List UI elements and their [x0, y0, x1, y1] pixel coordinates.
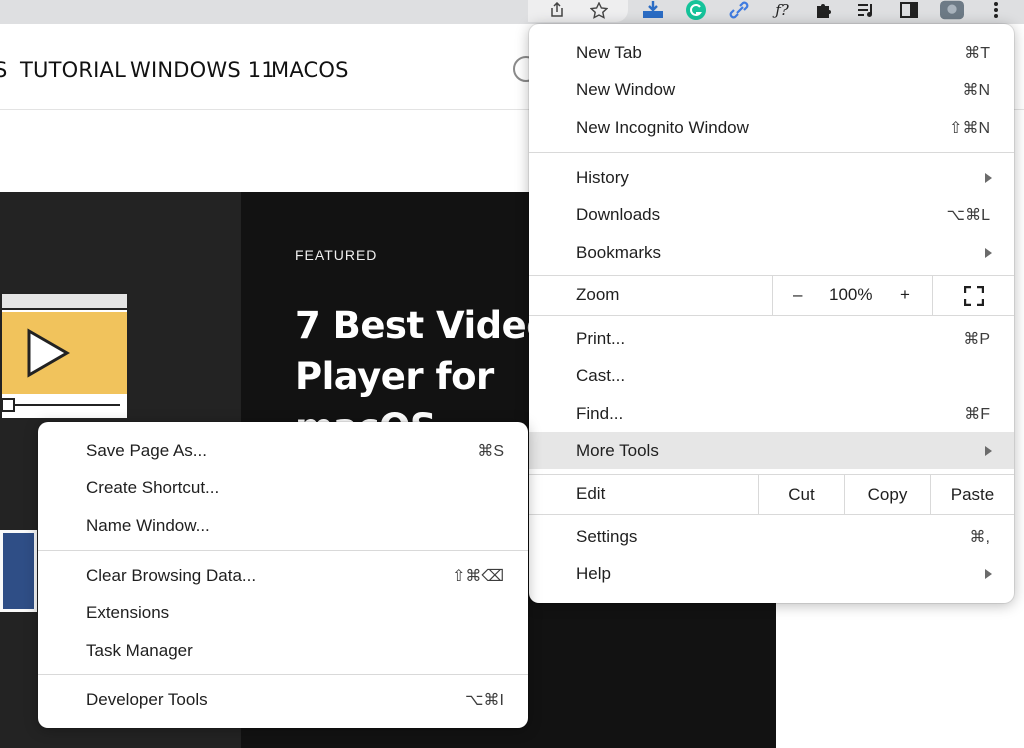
omnibox-end[interactable] — [528, 0, 628, 22]
menu-label: History — [576, 167, 629, 187]
menu-label: Name Window... — [86, 515, 210, 535]
menu-item-name-window[interactable]: Name Window... — [38, 507, 528, 544]
profile-avatar[interactable] — [940, 0, 964, 20]
play-icon — [27, 328, 70, 378]
menu-item-history[interactable]: History — [529, 159, 1014, 196]
menu-label: Extensions — [86, 602, 170, 622]
menu-item-find[interactable]: Find... ⌘F — [529, 395, 1014, 432]
grammarly-icon[interactable] — [684, 0, 708, 20]
menu-separator — [38, 674, 528, 675]
submenu-arrow-icon — [985, 172, 992, 183]
more-tools-submenu: Save Page As... ⌘S Create Shortcut... Na… — [38, 422, 528, 728]
menu-label: Find... — [576, 403, 624, 423]
share-icon[interactable] — [545, 0, 569, 20]
menu-label: Developer Tools — [86, 689, 208, 709]
menu-label: Downloads — [576, 204, 661, 224]
video-player-illustration — [0, 292, 129, 420]
menu-label: Cast... — [576, 365, 626, 385]
menu-separator — [529, 152, 1014, 153]
menu-label: Print... — [576, 328, 626, 348]
shortcut-text: ⇧⌘⌫ — [451, 567, 504, 585]
edit-row: Edit Cut Copy Paste — [529, 475, 1014, 514]
menu-item-developer-tools[interactable]: Developer Tools ⌥⌘I — [38, 681, 528, 718]
menu-item-new-tab[interactable]: New Tab ⌘T — [529, 34, 1014, 71]
menu-label: Help — [576, 563, 611, 583]
zoom-row: Zoom – 100% + — [529, 276, 1014, 315]
shortcut-text: ⌘N — [962, 81, 990, 99]
menu-item-downloads[interactable]: Downloads ⌥⌘L — [529, 196, 1014, 233]
download-extension-icon[interactable] — [641, 0, 665, 20]
menu-item-save-page-as[interactable]: Save Page As... ⌘S — [38, 432, 528, 469]
zoom-in-button[interactable]: + — [900, 285, 910, 305]
zoom-label: Zoom — [576, 285, 620, 304]
film-strip-illustration — [0, 530, 37, 612]
menu-label: New Window — [576, 79, 676, 99]
link-icon[interactable] — [727, 0, 751, 20]
menu-separator — [529, 315, 1014, 316]
shortcut-text: ⌘F — [964, 405, 990, 423]
menu-label: Bookmarks — [576, 242, 662, 262]
menu-item-print[interactable]: Print... ⌘P — [529, 320, 1014, 357]
shortcut-text: ⌥⌘L — [946, 206, 990, 224]
fullscreen-icon — [963, 285, 984, 306]
zoom-level: 100% — [829, 285, 873, 304]
function-icon[interactable]: ƒ? — [770, 0, 794, 20]
copy-button[interactable]: Copy — [844, 475, 930, 514]
nav-item-partial[interactable]: S — [0, 58, 8, 82]
chrome-main-menu: New Tab ⌘T New Window ⌘N New Incognito W… — [529, 24, 1014, 603]
paste-button[interactable]: Paste — [930, 475, 1014, 514]
cut-button[interactable]: Cut — [758, 475, 844, 514]
shortcut-text: ⇧⌘N — [949, 119, 990, 137]
menu-item-new-window[interactable]: New Window ⌘N — [529, 71, 1014, 108]
shortcut-text: ⌘, — [969, 528, 990, 546]
menu-label: New Tab — [576, 42, 642, 62]
star-icon[interactable] — [587, 0, 611, 20]
menu-item-new-incognito-window[interactable]: New Incognito Window ⇧⌘N — [529, 109, 1014, 146]
menu-label: Task Manager — [86, 640, 193, 660]
shortcut-text: ⌘T — [964, 44, 990, 62]
menu-label: Create Shortcut... — [86, 477, 220, 497]
puzzle-icon[interactable] — [812, 0, 836, 20]
menu-separator — [38, 550, 528, 551]
menu-separator — [529, 514, 1014, 515]
menu-item-settings[interactable]: Settings ⌘, — [529, 518, 1014, 555]
menu-item-bookmarks[interactable]: Bookmarks — [529, 234, 1014, 271]
submenu-arrow-icon — [985, 247, 992, 258]
browser-toolbar: ƒ? — [0, 0, 1024, 24]
side-panel-icon[interactable] — [897, 0, 921, 20]
menu-item-task-manager[interactable]: Task Manager — [38, 632, 528, 669]
menu-item-create-shortcut[interactable]: Create Shortcut... — [38, 469, 528, 506]
menu-label: New Incognito Window — [576, 117, 749, 137]
menu-item-clear-browsing-data[interactable]: Clear Browsing Data... ⇧⌘⌫ — [38, 557, 528, 594]
shortcut-text: ⌘P — [963, 330, 990, 348]
nav-item-windows-11[interactable]: WINDOWS 11 — [130, 58, 275, 82]
fullscreen-button[interactable] — [932, 276, 1014, 315]
menu-label: More Tools — [576, 440, 659, 460]
menu-item-cast[interactable]: Cast... — [529, 357, 1014, 394]
submenu-arrow-icon — [985, 445, 992, 456]
kebab-menu-icon[interactable] — [984, 0, 1008, 20]
submenu-arrow-icon — [985, 568, 992, 579]
menu-item-extensions[interactable]: Extensions — [38, 594, 528, 631]
zoom-out-button[interactable]: – — [793, 285, 802, 305]
menu-item-help[interactable]: Help — [529, 555, 1014, 592]
zoom-control: – 100% + — [772, 276, 932, 315]
nav-item-tutorial[interactable]: TUTORIAL — [20, 58, 126, 82]
nav-item-macos[interactable]: MACOS — [271, 58, 349, 82]
media-queue-icon[interactable] — [854, 0, 878, 20]
edit-label: Edit — [576, 484, 606, 503]
featured-label: FEATURED — [295, 247, 378, 263]
menu-label: Settings — [576, 526, 638, 546]
shortcut-text: ⌘S — [477, 442, 504, 460]
menu-item-more-tools[interactable]: More Tools — [529, 432, 1014, 469]
shortcut-text: ⌥⌘I — [465, 691, 504, 709]
menu-label: Save Page As... — [86, 440, 207, 460]
menu-label: Clear Browsing Data... — [86, 565, 257, 585]
